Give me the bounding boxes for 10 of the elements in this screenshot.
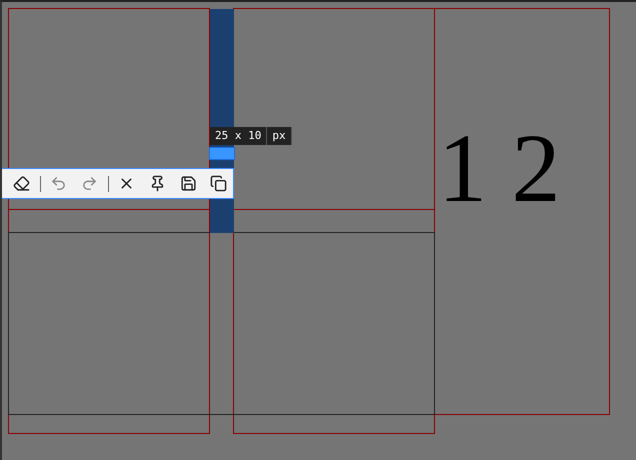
size-value: 25 x 10 [210,127,268,145]
size-unit: px [267,127,292,145]
selection-handle[interactable] [209,147,235,160]
copy-icon [210,175,228,192]
save-icon [180,175,197,192]
eraser-icon [12,175,30,192]
pin-icon [149,175,166,192]
redo-icon [80,175,98,192]
undo-icon [50,175,68,192]
canvas-text: 1 2 [438,120,560,218]
